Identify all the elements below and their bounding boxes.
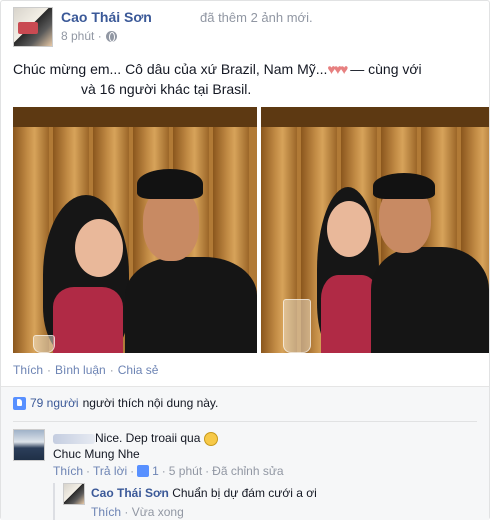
blurred-commenter-name[interactable]: [53, 433, 95, 444]
author-avatar[interactable]: [13, 7, 53, 47]
reply-author-name[interactable]: Cao Thái Sơn: [91, 486, 169, 500]
comment-timestamp[interactable]: 5 phút: [169, 464, 202, 478]
separator-dot: ·: [47, 363, 52, 377]
caption-with-text: — cùng với: [346, 61, 422, 77]
caption-text: Chúc mừng em... Cô dâu của xứ Brazil, Na…: [13, 61, 328, 77]
like-count-link[interactable]: 79 người: [30, 396, 79, 410]
post-caption: Chúc mừng em... Cô dâu của xứ Brazil, Na…: [13, 59, 483, 99]
thumbs-up-icon: [137, 465, 150, 477]
comment-like-link[interactable]: Thích: [53, 464, 83, 478]
post-actions: Thích · Bình luận · Chia sẻ: [13, 363, 158, 377]
comment-like-count[interactable]: 1: [152, 464, 159, 478]
post-meta: 8 phút ·: [61, 29, 117, 43]
reply-author-avatar[interactable]: [63, 483, 85, 505]
post-action-text: đã thêm 2 ảnh mới.: [200, 10, 313, 25]
comment-link[interactable]: Bình luận: [55, 363, 106, 377]
like-summary-text: người thích nội dung này.: [82, 396, 219, 410]
separator-dot: ·: [109, 363, 114, 377]
comment-reply-link[interactable]: Trả lời: [93, 464, 127, 478]
comment-text: Nice. Dep troaii qua: [95, 431, 201, 445]
author-name-link[interactable]: Cao Thái Sơn: [61, 9, 152, 25]
comment-text-line2: Chuc Mung Nhe: [53, 447, 140, 461]
caption-tagged-location[interactable]: và 16 người khác tại Brasil.: [13, 79, 483, 99]
reply-like-link[interactable]: Thích: [91, 505, 121, 519]
comment-edited-label[interactable]: Đã chỉnh sửa: [212, 464, 283, 478]
globe-icon[interactable]: [105, 30, 117, 42]
comment-body: Nice. Dep troaii qua: [53, 431, 218, 446]
heart-emoji-icon: ♥♥♥: [327, 61, 348, 77]
reply-body: Cao Thái Sơn Chuẩn bị dự đám cưới a ơi: [91, 486, 317, 500]
divider: [13, 421, 477, 422]
photo-1[interactable]: [13, 107, 257, 353]
comment-meta: Thích · Trả lời · 1 · 5 phút · Đã chỉnh …: [53, 464, 284, 478]
shocked-face-emoji-icon: [203, 431, 218, 446]
reply-meta: Thích · Vừa xong: [91, 505, 184, 519]
like-link[interactable]: Thích: [13, 363, 43, 377]
reply-timestamp[interactable]: Vừa xong: [132, 505, 184, 519]
post-timestamp[interactable]: 8 phút ·: [61, 29, 102, 43]
share-link[interactable]: Chia sẻ: [118, 363, 159, 377]
like-summary: 79 người người thích nội dung này.: [13, 396, 218, 410]
post-header: Cao Thái Sơn đã thêm 2 ảnh mới. 8 phút ·: [13, 7, 483, 47]
photo-2[interactable]: [261, 107, 489, 353]
photo-grid: [13, 107, 489, 353]
news-feed-post: Cao Thái Sơn đã thêm 2 ảnh mới. 8 phút ·…: [0, 0, 490, 520]
feedback-section: 79 người người thích nội dung này. Nice.…: [1, 386, 489, 520]
commenter-avatar[interactable]: [13, 429, 45, 461]
thumbs-up-icon: [13, 396, 26, 410]
reply-text: Chuẩn bị dự đám cưới a ơi: [172, 486, 317, 500]
avatar-decoration: [18, 22, 38, 34]
reply-thread: Cao Thái Sơn Chuẩn bị dự đám cưới a ơi T…: [53, 483, 477, 520]
